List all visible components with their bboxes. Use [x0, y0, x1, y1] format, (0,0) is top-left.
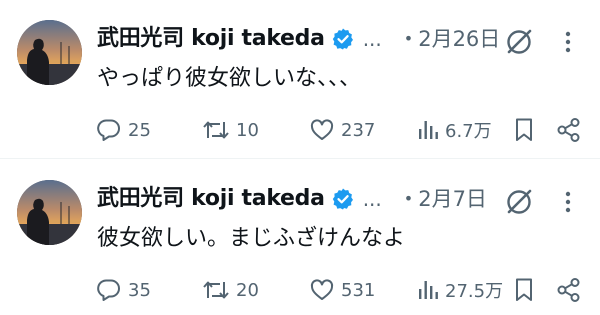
view-count: 27.5万 [445, 281, 504, 302]
share-icon[interactable] [555, 276, 583, 304]
retweet-icon [203, 281, 229, 299]
retweet-button[interactable]: 20 [202, 273, 259, 307]
verified-badge-icon [331, 187, 355, 211]
views-button[interactable]: 27.5万 [417, 273, 503, 307]
share-icon[interactable] [555, 116, 583, 144]
tweet-divider [0, 158, 600, 159]
author-name[interactable]: 武田光司 koji takeda [97, 21, 325, 57]
like-button[interactable]: 531 [309, 273, 375, 307]
tweet-text: やっぱり彼女欲しいな、、、 [97, 66, 362, 91]
views-button[interactable]: 6.7万 [417, 113, 492, 147]
more-options-icon[interactable] [556, 187, 580, 217]
bookmark-icon[interactable] [510, 116, 538, 144]
reply-count: 25 [128, 119, 151, 141]
tweet-header: 武田光司 koji takeda ... • 2月26日 [97, 21, 500, 57]
separator-dot: • [403, 189, 414, 208]
retweet-count: 10 [236, 119, 259, 141]
tweet-date[interactable]: 2月7日 [418, 181, 487, 217]
name-truncation: ... [362, 27, 382, 51]
retweet-count: 20 [236, 279, 259, 301]
author-name[interactable]: 武田光司 koji takeda [97, 181, 325, 217]
views-icon [419, 281, 438, 299]
like-button[interactable]: 237 [309, 113, 375, 147]
like-icon [310, 119, 334, 140]
tweet-date[interactable]: 2月26日 [418, 21, 500, 57]
reply-icon [97, 119, 120, 141]
tweet-actions: 35 20 531 27.5万 [0, 273, 600, 307]
bookmark-icon[interactable] [510, 276, 538, 304]
retweet-icon [203, 121, 229, 139]
reply-count: 35 [128, 279, 151, 301]
avatar-photo [17, 20, 82, 85]
retweet-button[interactable]: 10 [202, 113, 259, 147]
tweet-text: 彼女欲しい。まじふざけんなよ [97, 226, 406, 251]
timeline-feed: 武田光司 koji takeda ... • 2月26日 やっぱり彼女欲しいな、… [0, 0, 600, 315]
verified-badge-icon [331, 27, 355, 51]
reply-button[interactable]: 35 [96, 273, 151, 307]
avatar-photo [17, 180, 82, 245]
tweet-header: 武田光司 koji takeda ... • 2月7日 [97, 181, 487, 217]
like-count: 531 [341, 279, 376, 301]
name-truncation: ... [362, 187, 382, 211]
grok-icon[interactable] [504, 27, 534, 57]
views-icon [419, 121, 438, 139]
grok-icon[interactable] [504, 187, 534, 217]
reply-icon [97, 279, 120, 301]
like-count: 237 [341, 119, 376, 141]
reply-button[interactable]: 25 [96, 113, 151, 147]
more-options-icon[interactable] [556, 27, 580, 57]
avatar[interactable] [17, 180, 82, 245]
view-count: 6.7万 [445, 121, 492, 142]
tweet-actions: 25 10 237 6.7万 [0, 113, 600, 147]
like-icon [310, 279, 334, 300]
tweet-1[interactable]: 武田光司 koji takeda ... • 2月26日 やっぱり彼女欲しいな、… [0, 5, 600, 160]
separator-dot: • [403, 29, 414, 48]
tweet-2[interactable]: 武田光司 koji takeda ... • 2月7日 彼女欲しい。まじふざけん… [0, 165, 600, 315]
avatar[interactable] [17, 20, 82, 85]
